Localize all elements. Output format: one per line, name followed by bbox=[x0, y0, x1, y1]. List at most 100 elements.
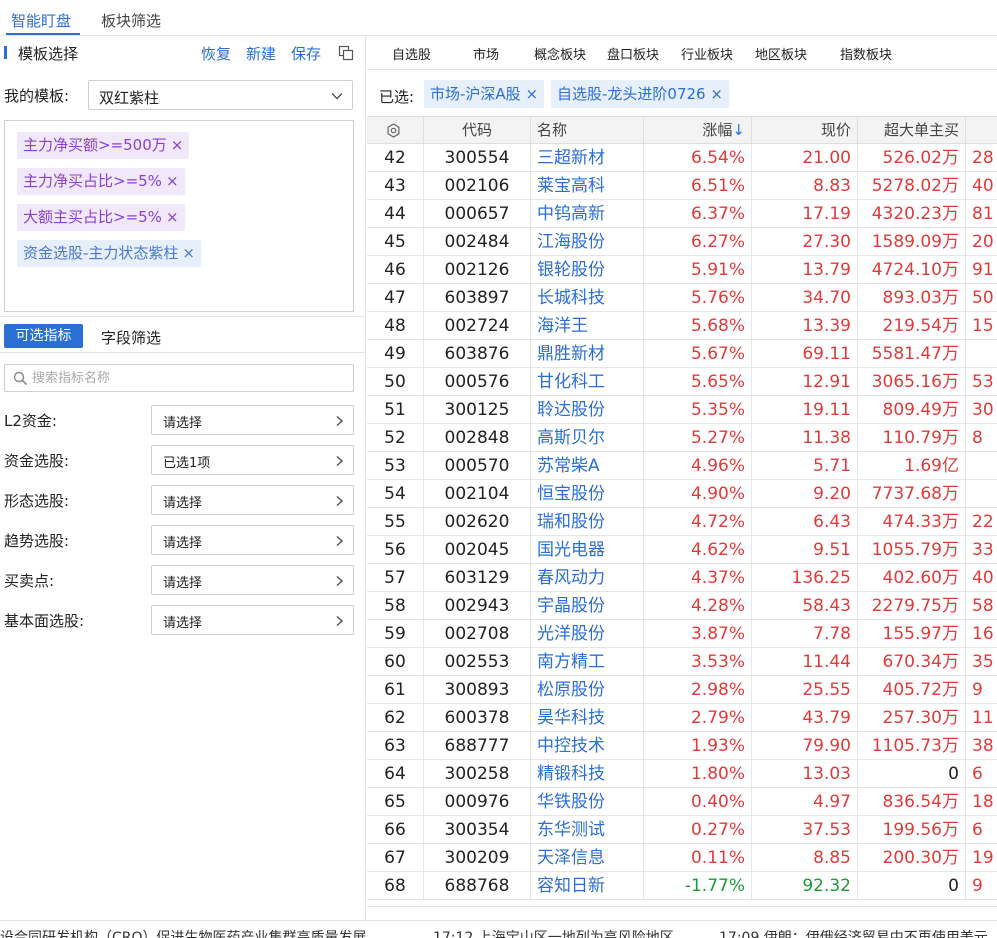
tab-handicap-sector[interactable]: 盘口板块 bbox=[607, 44, 659, 63]
remove-tag-icon[interactable]: × bbox=[171, 136, 184, 154]
table-row[interactable]: 44 000657 中钨高新 6.37% 17.19 4320.23万 81 bbox=[367, 200, 997, 228]
column-header-price[interactable]: 现价 bbox=[752, 117, 858, 144]
filter-select[interactable]: 请选择 bbox=[151, 525, 354, 555]
filter-select[interactable]: 请选择 bbox=[151, 405, 354, 435]
stock-name[interactable]: 苏常柴A bbox=[531, 452, 644, 479]
ticker-item[interactable]: 设合同研发机构（CRO）促进生物医药产业集群高质量发展 bbox=[0, 927, 367, 938]
remove-tag-icon[interactable]: × bbox=[166, 208, 179, 226]
stock-name[interactable]: 松原股份 bbox=[531, 676, 644, 703]
stock-name[interactable]: 华铁股份 bbox=[531, 788, 644, 815]
table-row[interactable]: 46 002126 银轮股份 5.91% 13.79 4724.10万 91 bbox=[367, 256, 997, 284]
tab-region-sector[interactable]: 地区板块 bbox=[755, 44, 807, 63]
table-row[interactable]: 48 002724 海洋王 5.68% 13.39 219.54万 15 bbox=[367, 312, 997, 340]
stock-name[interactable]: 天泽信息 bbox=[531, 844, 644, 871]
stock-name[interactable]: 国光电器 bbox=[531, 536, 644, 563]
stock-name[interactable]: 中控技术 bbox=[531, 732, 644, 759]
stock-name[interactable]: 春风动力 bbox=[531, 564, 644, 591]
column-header-code[interactable]: 代码 bbox=[424, 117, 531, 144]
table-row[interactable]: 53 000570 苏常柴A 4.96% 5.71 1.69亿 bbox=[367, 452, 997, 480]
tab-industry-sector[interactable]: 行业板块 bbox=[681, 44, 733, 63]
table-row[interactable]: 50 000576 甘化科工 5.65% 12.91 3065.16万 53 bbox=[367, 368, 997, 396]
remove-tag-icon[interactable]: × bbox=[166, 172, 179, 190]
template-select[interactable]: 双红紫柱 bbox=[88, 80, 353, 110]
table-row[interactable]: 42 300554 三超新材 6.54% 21.00 526.02万 28 bbox=[367, 144, 997, 172]
stock-name[interactable]: 莱宝高科 bbox=[531, 172, 644, 199]
stock-name[interactable]: 南方精工 bbox=[531, 648, 644, 675]
table-row[interactable]: 54 002104 恒宝股份 4.90% 9.20 7737.68万 bbox=[367, 480, 997, 508]
selected-chip[interactable]: 自选股-龙头进阶0726 × bbox=[551, 80, 729, 108]
tab-sector-filter[interactable]: 板块筛选 bbox=[101, 10, 161, 31]
stock-name[interactable]: 恒宝股份 bbox=[531, 480, 644, 507]
stock-name[interactable]: 容知日新 bbox=[531, 872, 644, 899]
stock-name[interactable]: 光洋股份 bbox=[531, 620, 644, 647]
ticker-item[interactable]: 17:09 伊朗：伊俄经济贸易中不再使用美元 bbox=[719, 927, 988, 938]
stock-name[interactable]: 聆达股份 bbox=[531, 396, 644, 423]
stock-name[interactable]: 昊华科技 bbox=[531, 704, 644, 731]
remove-chip-icon[interactable]: × bbox=[525, 85, 538, 103]
tab-available-indicators[interactable]: 可选指标 bbox=[4, 324, 83, 348]
table-row[interactable]: 52 002848 高斯贝尔 5.27% 11.38 110.79万 8 bbox=[367, 424, 997, 452]
stock-name[interactable]: 长城科技 bbox=[531, 284, 644, 311]
table-row[interactable]: 68 688768 容知日新 -1.77% 92.32 0 9 bbox=[367, 872, 997, 900]
stock-name[interactable]: 东华测试 bbox=[531, 816, 644, 843]
table-row[interactable]: 61 300893 松原股份 2.98% 25.55 405.72万 9 bbox=[367, 676, 997, 704]
table-row[interactable]: 56 002045 国光电器 4.62% 9.51 1055.79万 33 bbox=[367, 536, 997, 564]
stock-name[interactable]: 海洋王 bbox=[531, 312, 644, 339]
new-button[interactable]: 新建 bbox=[246, 43, 276, 64]
table-row[interactable]: 67 300209 天泽信息 0.11% 8.85 200.30万 19 bbox=[367, 844, 997, 872]
column-header-change[interactable]: 涨幅↓ bbox=[644, 117, 752, 144]
stock-name[interactable]: 高斯贝尔 bbox=[531, 424, 644, 451]
condition-tag[interactable]: 大额主买占比>=5% × bbox=[17, 204, 185, 231]
stock-code: 002620 bbox=[424, 508, 531, 535]
ticker-item[interactable]: 17:12 上海宝山区一地列为高风险地区 bbox=[433, 927, 674, 938]
condition-tag[interactable]: 资金选股-主力状态紫柱 × bbox=[17, 240, 201, 267]
save-button[interactable]: 保存 bbox=[291, 43, 321, 64]
table-row[interactable]: 47 603897 长城科技 5.76% 34.70 893.03万 50 bbox=[367, 284, 997, 312]
column-header-name[interactable]: 名称 bbox=[531, 117, 644, 144]
column-settings[interactable] bbox=[367, 117, 424, 144]
stock-name[interactable]: 银轮股份 bbox=[531, 256, 644, 283]
next-column-value: 50 bbox=[972, 288, 994, 308]
filter-select[interactable]: 请选择 bbox=[151, 485, 354, 515]
table-row[interactable]: 43 002106 莱宝高科 6.51% 8.83 5278.02万 40 bbox=[367, 172, 997, 200]
table-row[interactable]: 60 002553 南方精工 3.53% 11.44 670.34万 35 bbox=[367, 648, 997, 676]
filter-select[interactable]: 请选择 bbox=[151, 605, 354, 635]
table-row[interactable]: 65 000976 华铁股份 0.40% 4.97 836.54万 18 bbox=[367, 788, 997, 816]
restore-button[interactable]: 恢复 bbox=[201, 43, 231, 64]
table-row[interactable]: 64 300258 精锻科技 1.80% 13.03 0 6 bbox=[367, 760, 997, 788]
copy-icon[interactable] bbox=[338, 45, 354, 61]
table-row[interactable]: 57 603129 春风动力 4.37% 136.25 402.60万 40 bbox=[367, 564, 997, 592]
table-row[interactable]: 55 002620 瑞和股份 4.72% 6.43 474.33万 22 bbox=[367, 508, 997, 536]
table-row[interactable]: 51 300125 聆达股份 5.35% 19.11 809.49万 30 bbox=[367, 396, 997, 424]
table-row[interactable]: 59 002708 光洋股份 3.87% 7.78 155.97万 16 bbox=[367, 620, 997, 648]
table-row[interactable]: 62 600378 昊华科技 2.79% 43.79 257.30万 11 bbox=[367, 704, 997, 732]
condition-tag[interactable]: 主力净买额>=500万 × bbox=[17, 132, 190, 159]
stock-name[interactable]: 甘化科工 bbox=[531, 368, 644, 395]
tab-smart-watch[interactable]: 智能盯盘 bbox=[11, 10, 71, 31]
filter-select[interactable]: 请选择 bbox=[151, 565, 354, 595]
stock-name[interactable]: 瑞和股份 bbox=[531, 508, 644, 535]
table-row[interactable]: 58 002943 宇晶股份 4.28% 58.43 2279.75万 58 bbox=[367, 592, 997, 620]
remove-chip-icon[interactable]: × bbox=[710, 85, 723, 103]
table-row[interactable]: 63 688777 中控技术 1.93% 79.90 1105.73万 38 bbox=[367, 732, 997, 760]
tab-field-filter[interactable]: 字段筛选 bbox=[101, 327, 161, 348]
tab-watchlist[interactable]: 自选股 bbox=[392, 44, 431, 63]
stock-name[interactable]: 宇晶股份 bbox=[531, 592, 644, 619]
remove-tag-icon[interactable]: × bbox=[182, 244, 195, 262]
tab-index-sector[interactable]: 指数板块 bbox=[840, 44, 892, 63]
search-input[interactable] bbox=[32, 369, 342, 387]
table-row[interactable]: 49 603876 鼎胜新材 5.67% 69.11 5581.47万 bbox=[367, 340, 997, 368]
stock-name[interactable]: 精锻科技 bbox=[531, 760, 644, 787]
tab-concept-sector[interactable]: 概念板块 bbox=[534, 44, 586, 63]
table-row[interactable]: 45 002484 江海股份 6.27% 27.30 1589.09万 20 bbox=[367, 228, 997, 256]
stock-name[interactable]: 三超新材 bbox=[531, 144, 644, 171]
selected-chip[interactable]: 市场-沪深A股 × bbox=[424, 80, 545, 108]
stock-name[interactable]: 江海股份 bbox=[531, 228, 644, 255]
stock-name[interactable]: 鼎胜新材 bbox=[531, 340, 644, 367]
stock-name[interactable]: 中钨高新 bbox=[531, 200, 644, 227]
condition-tag[interactable]: 主力净买占比>=5% × bbox=[17, 168, 185, 195]
tab-market[interactable]: 市场 bbox=[473, 44, 499, 63]
table-row[interactable]: 66 300354 东华测试 0.27% 37.53 199.56万 6 bbox=[367, 816, 997, 844]
filter-select[interactable]: 已选1项 bbox=[151, 445, 354, 475]
column-header-big-buy[interactable]: 超大单主买 bbox=[858, 117, 966, 144]
